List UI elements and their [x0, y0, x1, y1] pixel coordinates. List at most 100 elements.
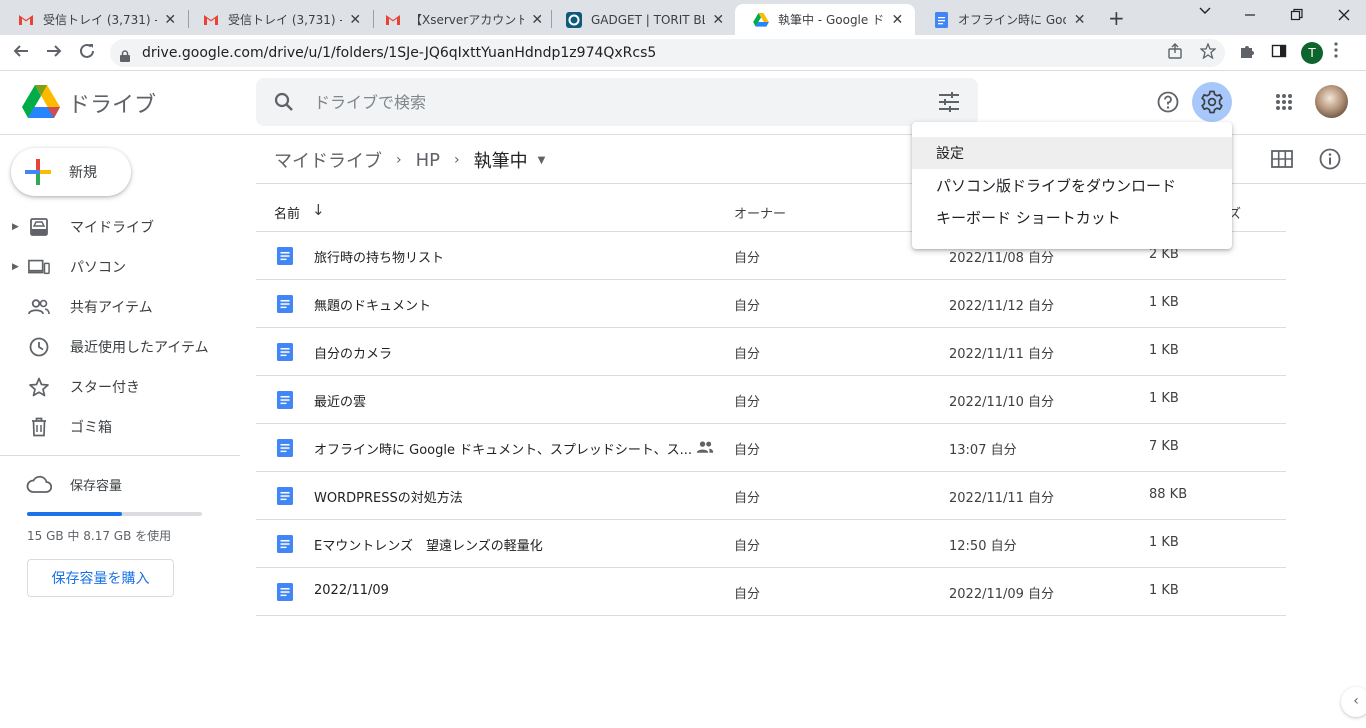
help-icon[interactable]: [1148, 82, 1188, 122]
google-docs-file-icon: [277, 295, 293, 313]
menu-item-download-desktop[interactable]: パソコン版ドライブをダウンロード: [912, 169, 1232, 201]
file-name[interactable]: WORDPRESSの対処方法: [314, 487, 463, 506]
breadcrumb-current-folder[interactable]: 執筆中: [474, 147, 528, 173]
gmail-icon: [18, 12, 34, 28]
bookmark-star-icon[interactable]: [1199, 42, 1217, 63]
sidebar-nav: ▶ マイドライブ ▶ パソコン 共有アイテム 最近使用したアイテム スター付き …: [0, 207, 240, 447]
file-size: 88 KB: [1149, 487, 1188, 502]
file-row[interactable]: 最近の雲 自分 2022/11/10 自分 1 KB: [256, 376, 1286, 424]
file-name[interactable]: 2022/11/09: [314, 583, 389, 598]
file-row[interactable]: WORDPRESSの対処方法 自分 2022/11/11 自分 88 KB: [256, 472, 1286, 520]
search-options-icon[interactable]: [938, 92, 960, 112]
account-avatar[interactable]: [1315, 85, 1348, 118]
file-row[interactable]: オフライン時に Google ドキュメント、スプレッドシート、ス... 自分 13:…: [256, 424, 1286, 472]
browser-tab-gmail-1[interactable]: 受信トレイ (3,731) - tag ✕: [0, 4, 188, 35]
chevron-right-icon: ›: [396, 152, 402, 168]
file-last-modified: 2022/11/10 自分: [949, 395, 1055, 410]
browser-menu-kebab-icon[interactable]: [1334, 42, 1338, 62]
column-owner-header[interactable]: オーナー: [734, 203, 786, 222]
share-icon[interactable]: [1167, 43, 1183, 63]
settings-gear-icon[interactable]: [1192, 82, 1232, 122]
sidebar-item-starred[interactable]: スター付き: [0, 367, 240, 407]
address-bar[interactable]: drive.google.com/drive/u/1/folders/1SJe-…: [110, 39, 1225, 67]
close-tab-icon[interactable]: ✕: [1072, 12, 1087, 28]
side-panel-collapse-icon[interactable]: ‹: [1341, 687, 1366, 717]
file-owner: 自分: [734, 491, 761, 506]
expand-caret-icon[interactable]: ▶: [12, 262, 19, 272]
breadcrumb-my-drive[interactable]: マイドライブ: [274, 147, 382, 173]
url-text: drive.google.com/drive/u/1/folders/1SJe-…: [142, 45, 657, 61]
sidebar-item-trash[interactable]: ゴミ箱: [0, 407, 240, 447]
menu-item-settings[interactable]: 設定: [912, 137, 1232, 169]
browser-tab-docs[interactable]: オフライン時に Google ド ✕: [915, 4, 1097, 35]
close-tab-icon[interactable]: ✕: [890, 12, 905, 28]
browser-tab-gmail-2[interactable]: 受信トレイ (3,731) - tag ✕: [185, 4, 373, 35]
folder-dropdown-icon[interactable]: ▼: [538, 155, 546, 166]
grid-view-icon[interactable]: [1271, 150, 1293, 168]
file-row[interactable]: 2022/11/09 自分 2022/11/09 自分 1 KB: [256, 568, 1286, 616]
file-name[interactable]: Eマウントレンズ 望遠レンズの軽量化: [314, 535, 543, 554]
blog-icon: [566, 11, 582, 28]
browser-tab-blog[interactable]: GADGET | TORIT BLOG ✕: [548, 4, 736, 35]
sidebar-item-recent[interactable]: 最近使用したアイテム: [0, 327, 240, 367]
close-tab-icon[interactable]: ✕: [711, 12, 726, 28]
file-owner: 自分: [734, 539, 761, 554]
file-name[interactable]: 無題のドキュメント: [314, 295, 431, 314]
search-icon[interactable]: [274, 92, 294, 112]
new-tab-button[interactable]: +: [1108, 6, 1125, 30]
browser-tab-xserver[interactable]: 【Xserverアカウント】■重 ✕: [367, 4, 555, 35]
buy-storage-button[interactable]: 保存容量を購入: [27, 559, 174, 597]
tab-search-chevron-icon[interactable]: [1198, 4, 1212, 22]
close-tab-icon[interactable]: ✕: [530, 12, 545, 28]
file-last-modified: 2022/11/11 自分: [949, 347, 1055, 362]
sidebar-item-shared[interactable]: 共有アイテム: [0, 287, 240, 327]
storage-title[interactable]: 保存容量: [70, 475, 122, 494]
file-row[interactable]: 自分のカメラ 自分 2022/11/11 自分 1 KB: [256, 328, 1286, 376]
storage-used-text: 15 GB 中 8.17 GB を使用: [27, 529, 172, 543]
close-tab-icon[interactable]: ✕: [348, 12, 363, 28]
file-size: 1 KB: [1149, 295, 1179, 310]
file-size: 1 KB: [1149, 343, 1179, 358]
file-row[interactable]: 無題のドキュメント 自分 2022/11/12 自分 1 KB: [256, 280, 1286, 328]
browser-tab-bar: 受信トレイ (3,731) - tag ✕ 受信トレイ (3,731) - ta…: [0, 0, 1366, 35]
file-owner: 自分: [734, 587, 761, 602]
sidebar-item-my-drive[interactable]: ▶ マイドライブ: [0, 207, 240, 247]
sort-arrow-down-icon[interactable]: ↓: [312, 201, 325, 219]
extensions-puzzle-icon[interactable]: [1239, 43, 1255, 63]
apps-grid-icon[interactable]: [1264, 82, 1304, 122]
info-icon[interactable]: [1319, 148, 1341, 170]
browser-toolbar: drive.google.com/drive/u/1/folders/1SJe-…: [0, 35, 1366, 71]
file-size: 1 KB: [1149, 535, 1179, 550]
side-panel-icon[interactable]: [1271, 43, 1287, 63]
drive-logo-icon[interactable]: [22, 85, 60, 119]
minimize-icon[interactable]: [1243, 0, 1257, 34]
shared-people-icon: [696, 441, 714, 453]
breadcrumb-hp[interactable]: HP: [416, 150, 440, 171]
browser-profile-avatar[interactable]: T: [1301, 42, 1323, 64]
column-name-header[interactable]: 名前: [274, 203, 300, 222]
browser-tab-drive-active[interactable]: 執筆中 - Google ドライブ ✕: [735, 4, 915, 35]
new-button[interactable]: 新規: [11, 148, 131, 196]
lock-icon: [120, 47, 130, 62]
file-name[interactable]: 最近の雲: [314, 391, 366, 410]
sidebar-item-computers[interactable]: ▶ パソコン: [0, 247, 240, 287]
close-tab-icon[interactable]: ✕: [163, 12, 178, 28]
file-name[interactable]: 旅行時の持ち物リスト: [314, 247, 444, 266]
google-docs-file-icon: [277, 247, 293, 265]
file-list: 旅行時の持ち物リスト 自分 2022/11/08 自分 2 KB 無題のドキュメント 自分…: [256, 232, 1286, 616]
docs-icon: [933, 11, 949, 28]
forward-arrow-icon[interactable]: [45, 42, 63, 65]
back-arrow-icon[interactable]: [12, 42, 30, 65]
reload-icon[interactable]: [78, 42, 96, 65]
file-row[interactable]: Eマウントレンズ 望遠レンズの軽量化 自分 12:50 自分 1 KB: [256, 520, 1286, 568]
file-name[interactable]: 自分のカメラ: [314, 343, 392, 362]
file-name[interactable]: オフライン時に Google ドキュメント、スプレッドシート、ス...: [314, 439, 692, 458]
restore-icon[interactable]: [1290, 8, 1304, 26]
close-window-icon[interactable]: [1337, 8, 1351, 26]
plus-icon: [25, 159, 51, 185]
google-docs-file-icon: [277, 583, 293, 601]
search-input[interactable]: [314, 92, 914, 112]
menu-item-keyboard-shortcuts[interactable]: キーボード ショートカット: [912, 201, 1232, 233]
file-last-modified: 2022/11/09 自分: [949, 587, 1055, 602]
expand-caret-icon[interactable]: ▶: [12, 222, 19, 232]
